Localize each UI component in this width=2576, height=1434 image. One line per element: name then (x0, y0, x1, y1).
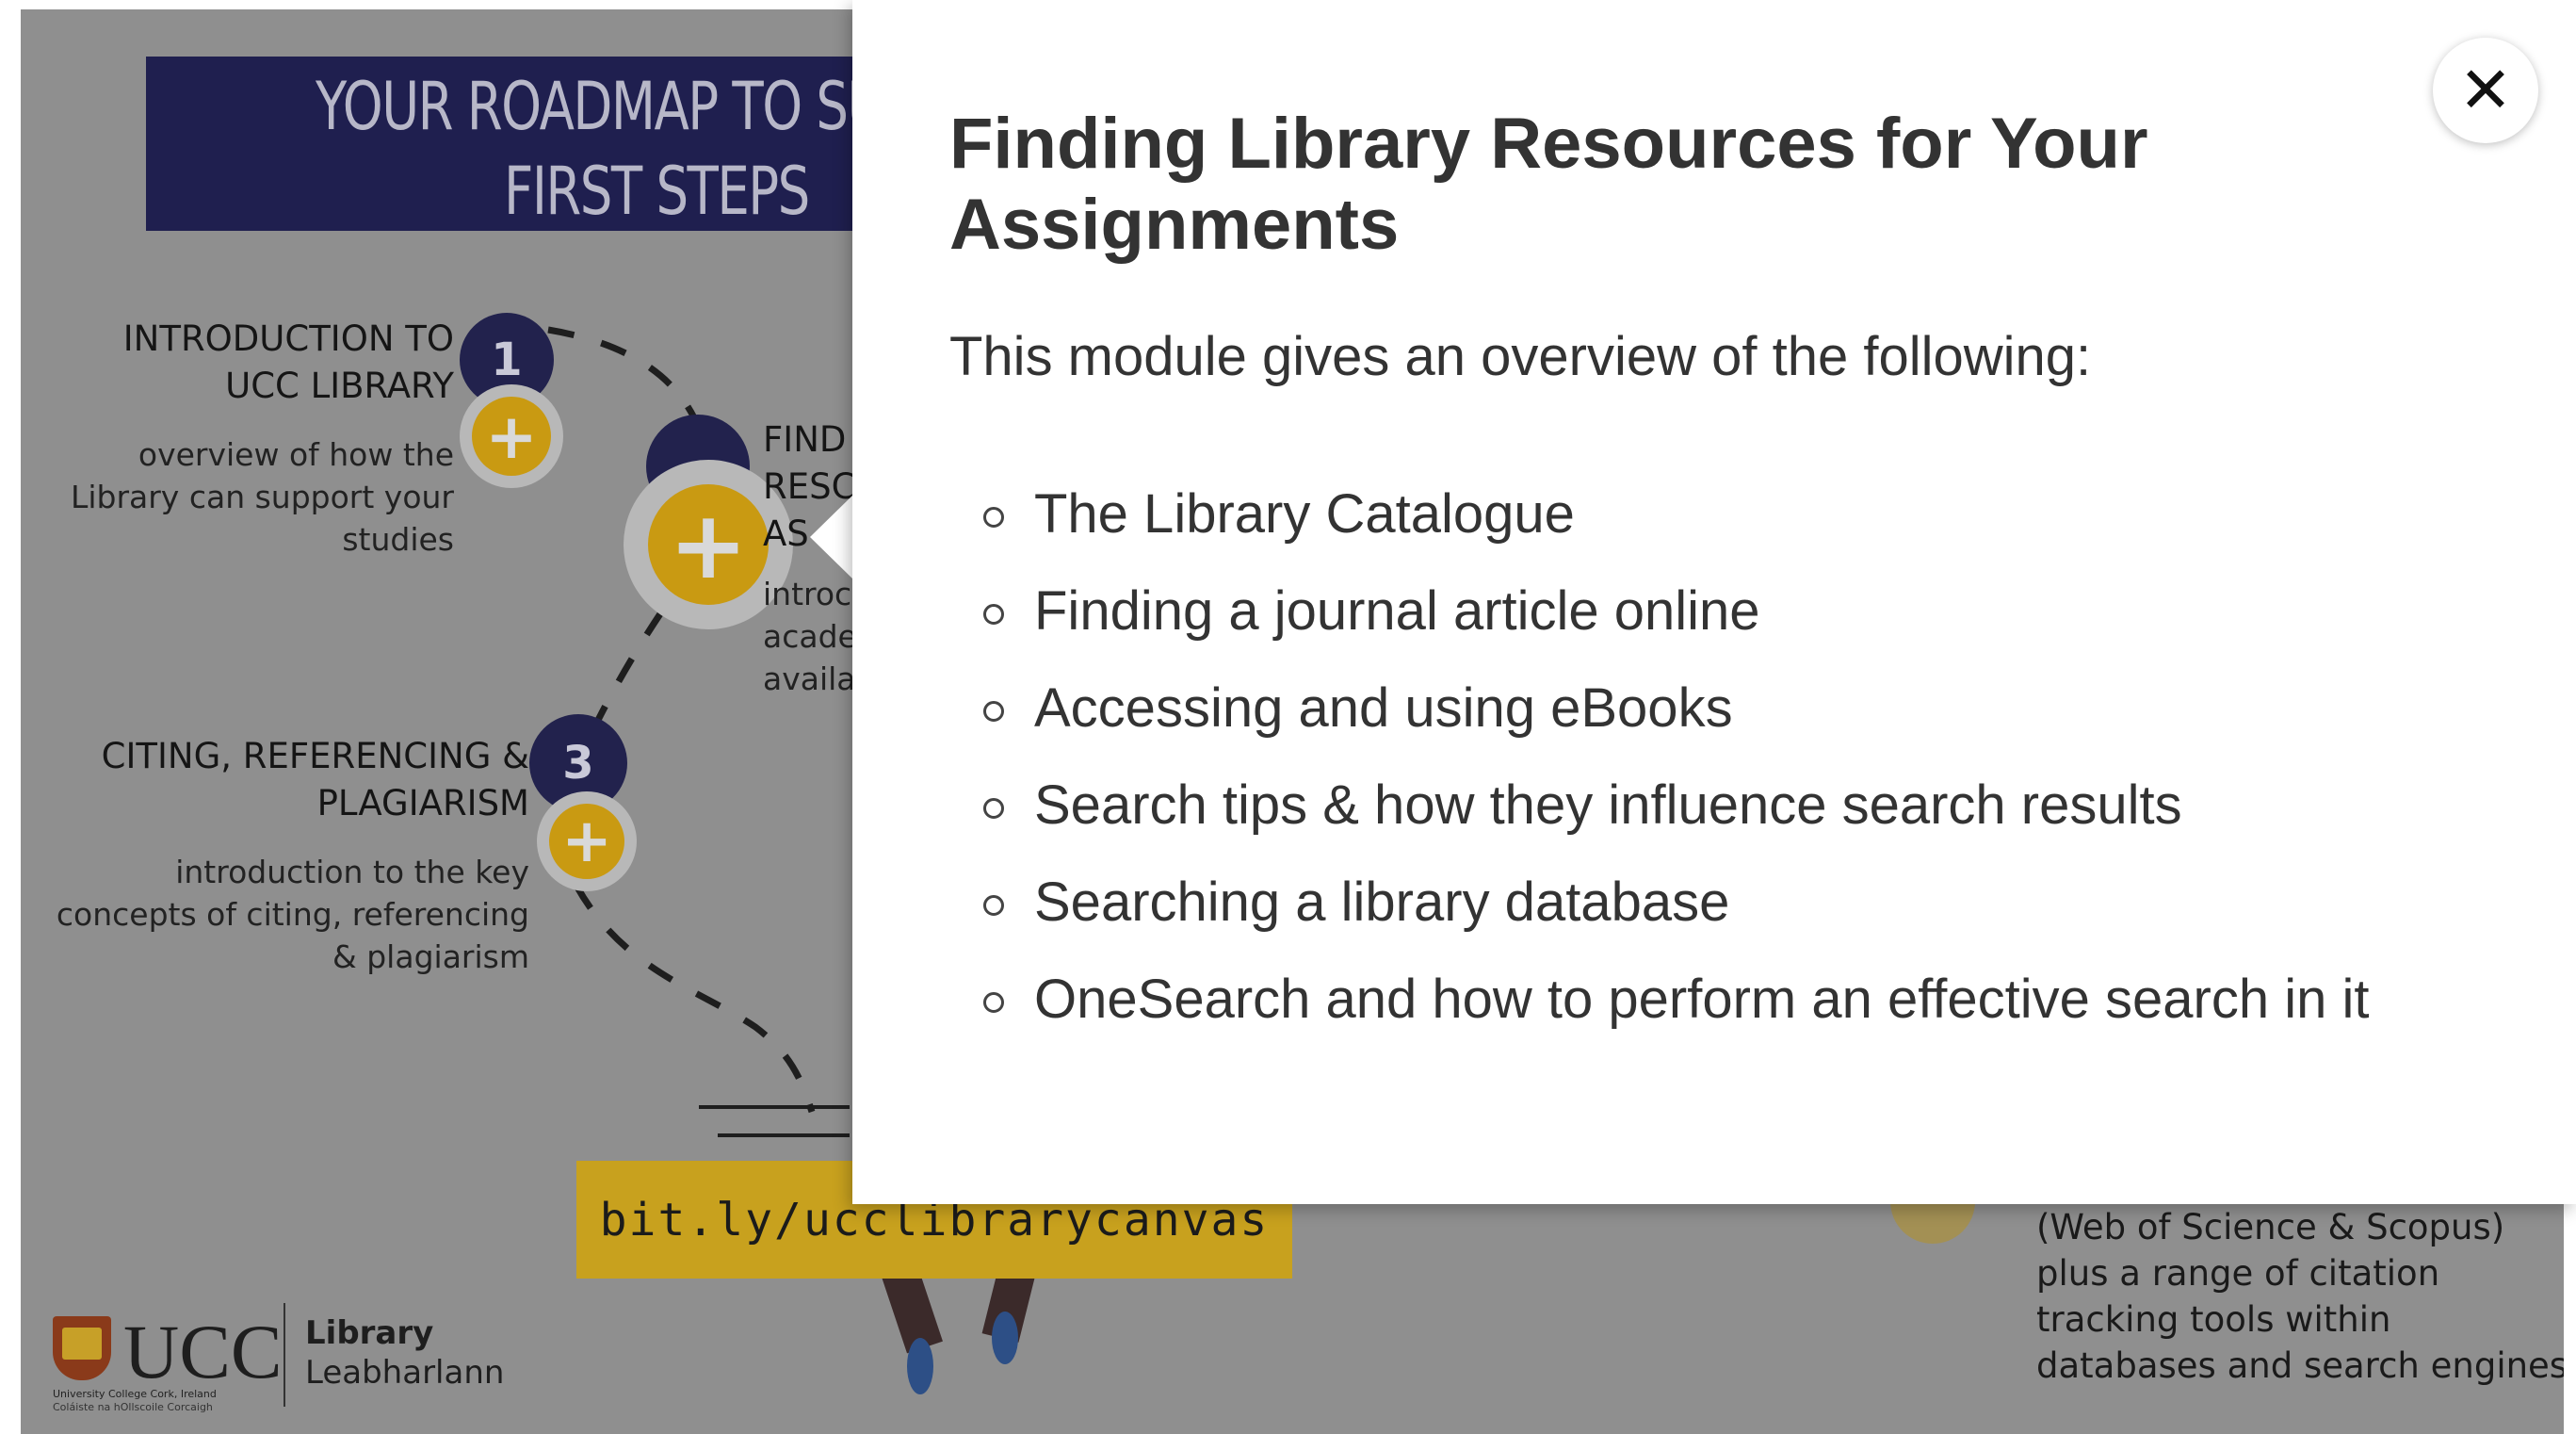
step1-heading: INTRODUCTION TO UCC LIBRARY (122, 318, 454, 406)
module-topics-list: The Library Catalogue Finding a journal … (978, 471, 2370, 1053)
step1-description: overview of how the Library can support … (70, 436, 454, 558)
list-item: Search tips & how they influence search … (978, 762, 2370, 859)
step2-description: introc acade availa (763, 576, 857, 697)
ucc-subtitle-irish: Coláiste na hOllscoile Corcaigh (53, 1401, 213, 1413)
bullet-circle-icon (983, 604, 1004, 625)
plus-icon: + (485, 399, 538, 473)
bullet-circle-icon (983, 798, 1004, 819)
step3-expand-button[interactable]: + (537, 791, 637, 891)
ucc-library-logo: UCC University College Cork, Ireland Col… (53, 1303, 505, 1416)
list-item: Finding a journal article online (978, 568, 2370, 665)
list-item: The Library Catalogue (978, 471, 2370, 568)
ucc-wordmark: UCC (123, 1309, 283, 1394)
list-item: Accessing and using eBooks (978, 665, 2370, 762)
list-item: OneSearch and how to perform an effectiv… (978, 956, 2370, 1053)
modal-pointer-arrow (810, 495, 853, 579)
modal-intro-text: This module gives an overview of the fol… (949, 326, 2092, 387)
step-description-right: (Web of Science & Scopus) plus a range o… (2036, 1207, 2564, 1386)
close-icon: ✕ (2458, 53, 2513, 128)
plus-icon: + (561, 807, 612, 876)
ucc-subtitle-english: University College Cork, Ireland (53, 1388, 217, 1400)
bullet-circle-icon (983, 507, 1004, 528)
bullet-circle-icon (983, 992, 1004, 1013)
step1-expand-button[interactable]: + (460, 384, 563, 488)
bullet-circle-icon (983, 895, 1004, 916)
list-item: Searching a library database (978, 859, 2370, 956)
step3-heading: CITING, REFERENCING & PLAGIARISM (101, 736, 529, 823)
ucc-crest-icon (53, 1316, 111, 1380)
modal-title: Finding Library Resources for Your Assig… (949, 104, 2148, 265)
bullet-circle-icon (983, 701, 1004, 722)
logo-divider (284, 1303, 285, 1407)
close-button[interactable]: ✕ (2433, 38, 2538, 143)
library-label-irish: Leabharlann (305, 1354, 505, 1392)
plus-icon: + (669, 489, 748, 600)
library-label: Library (305, 1314, 434, 1352)
step3-description: introduction to the key concepts of citi… (56, 854, 529, 975)
